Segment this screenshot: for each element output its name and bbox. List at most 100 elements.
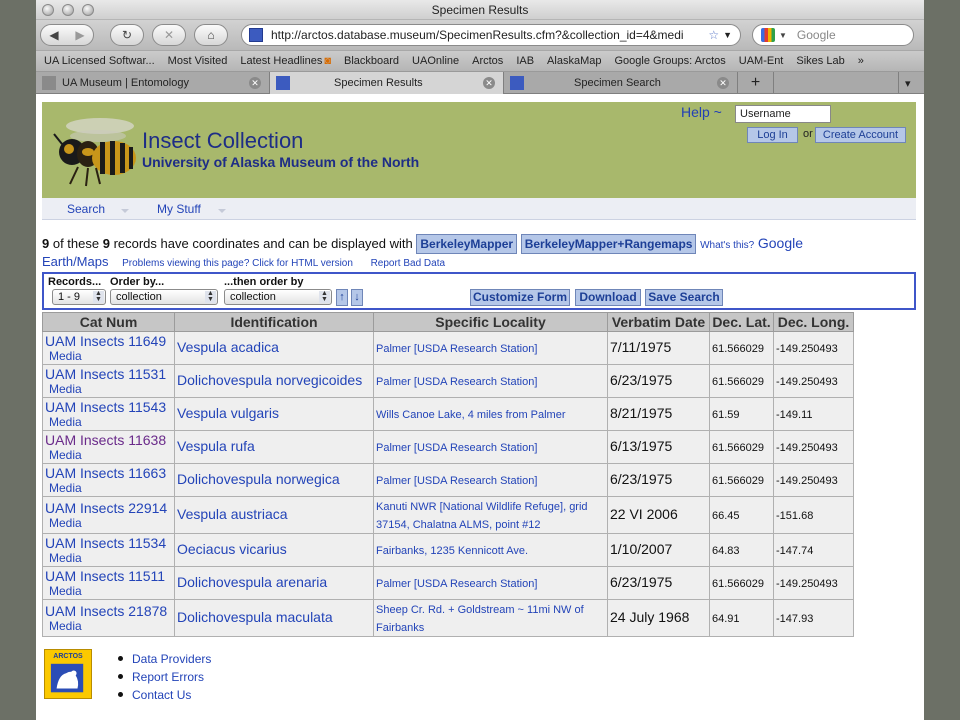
home-button[interactable]: ⌂ bbox=[194, 24, 228, 46]
stop-button[interactable]: ✕ bbox=[152, 24, 186, 46]
username-input[interactable]: Username bbox=[735, 105, 831, 123]
locality-link[interactable]: Palmer [USDA Research Station] bbox=[376, 578, 537, 590]
tab-specimen-results[interactable]: Specimen Results ✕ bbox=[270, 72, 504, 94]
berkeleymapper-rangemaps-button[interactable]: BerkeleyMapper+Rangemaps bbox=[520, 234, 697, 254]
media-link[interactable]: Media bbox=[45, 448, 172, 462]
bookmark-item[interactable]: UA Licensed Softwar... bbox=[44, 55, 155, 67]
identification-link[interactable]: Vespula vulgaris bbox=[177, 405, 279, 421]
locality-link[interactable]: Palmer [USDA Research Station] bbox=[376, 442, 537, 454]
whats-this-link[interactable]: What's this? bbox=[700, 240, 754, 251]
catalog-number-link[interactable]: UAM Insects 11531 bbox=[45, 366, 172, 382]
locality-link[interactable]: Palmer [USDA Research Station] bbox=[376, 475, 537, 487]
table-header-row: Cat Num Identification Specific Locality… bbox=[42, 312, 854, 332]
bookmark-item[interactable]: IAB bbox=[516, 55, 534, 67]
download-button[interactable]: Download bbox=[575, 289, 641, 306]
catalog-number-link[interactable]: UAM Insects 11638 bbox=[45, 432, 172, 448]
menu-my-stuff[interactable]: My Stuff bbox=[157, 202, 201, 216]
tab-ua-museum[interactable]: UA Museum | Entomology ✕ bbox=[36, 72, 270, 94]
identification-link[interactable]: Dolichovespula norvegicoides bbox=[177, 372, 362, 388]
tab-close-icon[interactable]: ✕ bbox=[483, 77, 495, 89]
records-select[interactable]: 1 - 9 ▲ ▼ bbox=[52, 289, 106, 305]
tab-specimen-search[interactable]: Specimen Search ✕ bbox=[504, 72, 738, 94]
sort-ascending-button[interactable]: ↑ bbox=[336, 289, 348, 306]
tab-close-icon[interactable]: ✕ bbox=[717, 77, 729, 89]
catalog-number-link[interactable]: UAM Insects 11511 bbox=[45, 568, 172, 584]
identification-link[interactable]: Dolichovespula maculata bbox=[177, 609, 333, 625]
customize-form-button[interactable]: Customize Form bbox=[470, 289, 570, 306]
col-header-dec-lat[interactable]: Dec. Lat. bbox=[709, 312, 774, 332]
decimal-latitude: 61.566029 bbox=[712, 376, 764, 388]
identification-link[interactable]: Vespula acadica bbox=[177, 339, 279, 355]
then-order-select[interactable]: collection ▲ ▼ bbox=[224, 289, 332, 305]
tab-list-button[interactable]: ▾ bbox=[898, 72, 924, 94]
bookmark-item[interactable]: Google Groups: Arctos bbox=[614, 55, 725, 67]
media-link[interactable]: Media bbox=[45, 481, 172, 495]
google-link[interactable]: Google bbox=[758, 235, 803, 251]
identification-link[interactable]: Dolichovespula norwegica bbox=[177, 471, 340, 487]
media-link[interactable]: Media bbox=[45, 349, 172, 363]
sort-descending-button[interactable]: ↓ bbox=[351, 289, 363, 306]
login-button[interactable]: Log In bbox=[747, 127, 798, 143]
help-link[interactable]: Help ~ bbox=[681, 104, 722, 120]
catalog-number-link[interactable]: UAM Insects 11663 bbox=[45, 465, 172, 481]
back-arrow-icon[interactable]: ◀ bbox=[49, 28, 58, 42]
bookmark-item[interactable]: Latest Headlines bbox=[240, 55, 322, 67]
report-bad-data-link[interactable]: Report Bad Data bbox=[371, 258, 446, 269]
bookmark-item[interactable]: Sikes Lab bbox=[796, 55, 844, 67]
col-header-locality[interactable]: Specific Locality bbox=[373, 312, 608, 332]
bookmark-star-icon[interactable]: ☆ bbox=[708, 28, 719, 42]
col-header-verbatim-date[interactable]: Verbatim Date bbox=[607, 312, 710, 332]
berkeleymapper-button[interactable]: BerkeleyMapper bbox=[416, 234, 518, 254]
bookmark-item[interactable]: Arctos bbox=[472, 55, 503, 67]
bookmark-item[interactable]: AlaskaMap bbox=[547, 55, 601, 67]
identification-link[interactable]: Oeciacus vicarius bbox=[177, 541, 287, 557]
identification-link[interactable]: Vespula rufa bbox=[177, 438, 255, 454]
earth-maps-link[interactable]: Earth/Maps bbox=[42, 254, 108, 269]
report-errors-link[interactable]: Report Errors bbox=[116, 668, 211, 686]
locality-link[interactable]: Sheep Cr. Rd. + Goldstream ~ 11mi NW of … bbox=[376, 604, 584, 634]
locality-link[interactable]: Palmer [USDA Research Station] bbox=[376, 376, 537, 388]
contact-us-link[interactable]: Contact Us bbox=[116, 686, 211, 704]
tab-close-icon[interactable]: ✕ bbox=[249, 77, 261, 89]
bookmark-item[interactable]: Blackboard bbox=[344, 55, 399, 67]
save-search-button[interactable]: Save Search bbox=[645, 289, 723, 306]
catalog-number-link[interactable]: UAM Insects 11649 bbox=[45, 333, 172, 349]
url-dropdown-icon[interactable]: ▼ bbox=[723, 30, 732, 40]
col-header-dec-long[interactable]: Dec. Long. bbox=[773, 312, 854, 332]
media-link[interactable]: Media bbox=[45, 584, 172, 598]
catalog-number-link[interactable]: UAM Insects 11534 bbox=[45, 535, 172, 551]
bookmark-item[interactable]: UAM-Ent bbox=[739, 55, 784, 67]
media-link[interactable]: Media bbox=[45, 619, 172, 633]
locality-link[interactable]: Fairbanks, 1235 Kennicott Ave. bbox=[376, 545, 528, 557]
data-providers-link[interactable]: Data Providers bbox=[116, 650, 211, 668]
identification-link[interactable]: Dolichovespula arenaria bbox=[177, 574, 327, 590]
search-engine-dropdown-icon[interactable]: ▼ bbox=[779, 31, 787, 40]
media-link[interactable]: Media bbox=[45, 551, 172, 565]
menu-search[interactable]: Search bbox=[67, 202, 105, 216]
locality-link[interactable]: Kanuti NWR [National Wildlife Refuge], g… bbox=[376, 501, 588, 531]
url-bar[interactable]: http://arctos.database.museum/SpecimenRe… bbox=[241, 24, 741, 46]
col-header-identification[interactable]: Identification bbox=[174, 312, 374, 332]
locality-link[interactable]: Palmer [USDA Research Station] bbox=[376, 343, 537, 355]
catalog-number-link[interactable]: UAM Insects 22914 bbox=[45, 500, 172, 516]
media-link[interactable]: Media bbox=[45, 516, 172, 530]
html-version-link[interactable]: Problems viewing this page? Click for HT… bbox=[122, 258, 353, 269]
search-bar[interactable]: ▼ Google bbox=[752, 24, 914, 46]
catalog-number-link[interactable]: UAM Insects 11543 bbox=[45, 399, 172, 415]
bookmark-item[interactable]: UAOnline bbox=[412, 55, 459, 67]
reload-button[interactable]: ↻ bbox=[110, 24, 144, 46]
catalog-number-link[interactable]: UAM Insects 21878 bbox=[45, 603, 172, 619]
forward-arrow-icon[interactable]: ▶ bbox=[75, 28, 84, 42]
col-header-cat-num[interactable]: Cat Num bbox=[42, 312, 175, 332]
arctos-logo-icon[interactable]: ARCTOS bbox=[44, 649, 92, 699]
media-link[interactable]: Media bbox=[45, 382, 172, 396]
bookmark-item[interactable]: Most Visited bbox=[168, 55, 228, 67]
bookmarks-overflow-icon[interactable]: » bbox=[858, 55, 864, 67]
create-account-button[interactable]: Create Account bbox=[815, 127, 906, 143]
locality-link[interactable]: Wills Canoe Lake, 4 miles from Palmer bbox=[376, 409, 566, 421]
media-link[interactable]: Media bbox=[45, 415, 172, 429]
identification-link[interactable]: Vespula austriaca bbox=[177, 506, 288, 522]
new-tab-button[interactable]: + bbox=[738, 72, 774, 94]
order-by-select[interactable]: collection ▲ ▼ bbox=[110, 289, 218, 305]
google-search-engine-icon[interactable] bbox=[761, 28, 775, 42]
